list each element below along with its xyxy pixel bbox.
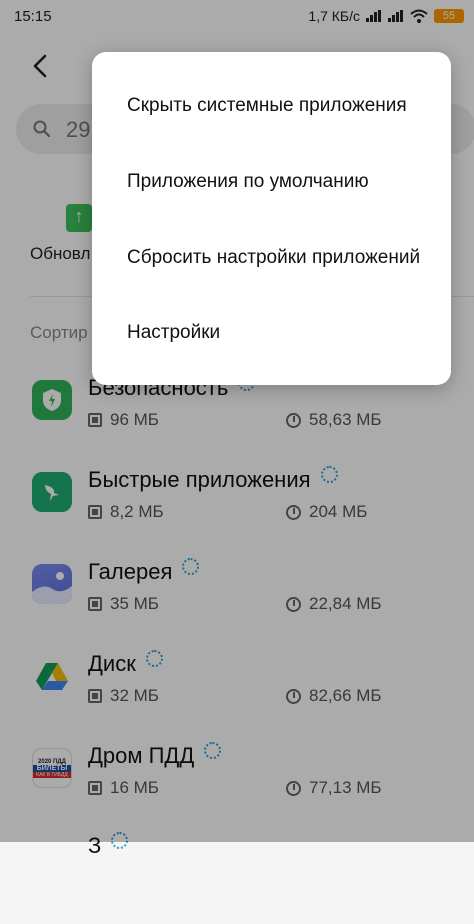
menu-item-reset-app-preferences[interactable]: Сбросить настройки приложений <box>127 247 427 269</box>
overflow-menu: Скрыть системные приложения Приложения п… <box>92 52 451 385</box>
menu-item-settings[interactable]: Настройки <box>127 322 427 344</box>
menu-item-default-apps[interactable]: Приложения по умолчанию <box>127 171 427 193</box>
list-item[interactable]: З <box>0 832 474 924</box>
menu-item-hide-system-apps[interactable]: Скрыть системные приложения <box>127 95 427 117</box>
app-management-screen: 15:15 1,7 КБ/с 55 29 ↑ Обновл Сортир Без… <box>0 0 474 858</box>
